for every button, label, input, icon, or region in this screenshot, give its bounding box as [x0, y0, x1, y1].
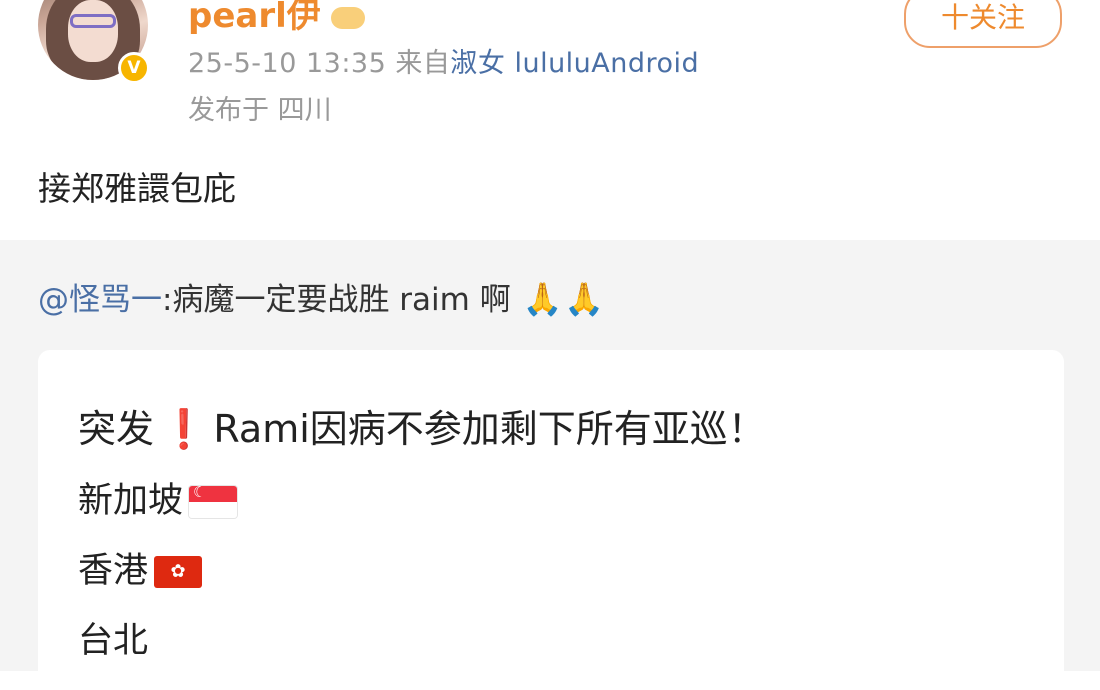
list-item: 新加坡 [78, 472, 238, 523]
repost-mention-link[interactable]: @怪骂一 [38, 282, 162, 318]
exclamation-icon: ❗ [160, 407, 208, 451]
praying-hands-icon: 🙏 [522, 280, 563, 318]
post-source-link[interactable]: 淑女 lululuAndroid [450, 48, 699, 79]
singapore-flag-icon [189, 486, 238, 518]
list-item-label: 香港 [78, 551, 149, 591]
username[interactable]: pearl伊 [188, 0, 321, 36]
avatar-glasses [70, 14, 116, 28]
praying-hands-icon: 🙏 [564, 280, 605, 318]
level-badge-icon [330, 6, 365, 29]
hong-kong-flag-icon: ✿ [154, 556, 203, 588]
card-title-rest: Rami因病不参加剩下所有亚巡！ [213, 407, 766, 451]
list-item: 香港 ✿ [78, 542, 203, 593]
follow-button[interactable]: 十关注 [904, 0, 1062, 48]
post-body-text: 接郑雅譞包庇 [38, 169, 236, 208]
post-location: 发布于 四川 [188, 95, 332, 126]
avatar-face [68, 0, 118, 62]
list-item: 台北 [78, 612, 148, 663]
list-item-label: 新加坡 [78, 481, 184, 521]
username-row[interactable]: pearl伊 [188, 0, 365, 37]
repost-text-line: @怪骂一:病魔一定要战胜 raim 啊 🙏🙏 [38, 274, 604, 319]
post-timestamp: 25-5-10 13:35 [188, 48, 387, 79]
source-prefix: 来自 [395, 48, 451, 79]
card-title-prefix: 突发 [78, 407, 155, 451]
post-meta: 25-5-10 13:35 来自淑女 lululuAndroid [188, 41, 699, 80]
repost-text: :病魔一定要战胜 raim 啊 [162, 282, 511, 318]
list-item-label: 台北 [78, 621, 149, 661]
card-title: 突发 ❗ Rami因病不参加剩下所有亚巡！ [78, 398, 766, 453]
verified-badge-icon: V [118, 52, 150, 84]
